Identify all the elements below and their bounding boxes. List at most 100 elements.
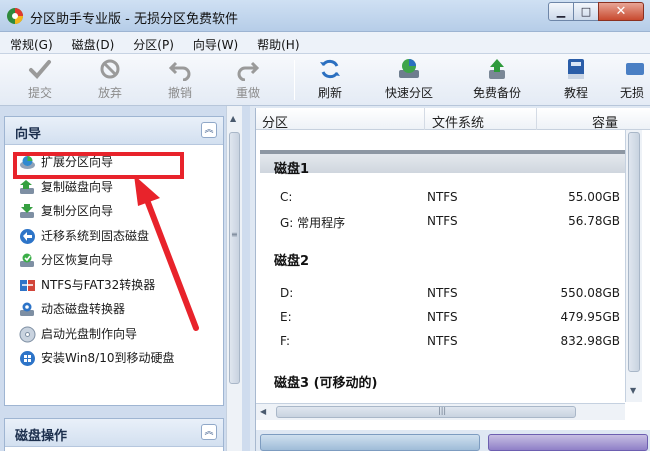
tool-icon xyxy=(626,63,644,75)
scroll-down-icon[interactable]: ▼ xyxy=(630,386,636,395)
undo-button[interactable]: 撤销 xyxy=(158,57,202,103)
partition-list-panel: 分区 文件系统 容量 磁盘1 C: NTFS 55.00GB G: 常用程序 N… xyxy=(255,108,650,451)
partition-row[interactable]: G: 常用程序 NTFS 56.78GB xyxy=(256,214,636,234)
discard-button[interactable]: 放弃 xyxy=(88,57,132,103)
quick-partition-label: 快速分区 xyxy=(384,86,433,100)
toolbar-separator xyxy=(294,60,295,100)
toolbar: 提交 放弃 撤销 重做 刷新 快速分区 免费备份 教程 无损 xyxy=(0,54,650,106)
wizard-item-migrate-os[interactable]: 迁移系统到固态磁盘 xyxy=(5,225,223,250)
menu-disk[interactable]: 磁盘(D) xyxy=(62,32,124,53)
disk-header-2[interactable]: 磁盘2 xyxy=(260,246,628,269)
menu-partition[interactable]: 分区(P) xyxy=(123,32,183,53)
disk-header-3[interactable]: 磁盘3 (可移动的) xyxy=(260,368,628,391)
disk-map-bar[interactable] xyxy=(260,434,480,451)
partition-fs: NTFS xyxy=(427,334,458,348)
partition-fs: NTFS xyxy=(427,214,458,228)
recovery-icon xyxy=(20,253,34,267)
app-logo-icon xyxy=(7,8,23,24)
partition-row[interactable]: D: NTFS 550.08GB xyxy=(256,286,636,306)
column-filesystem[interactable]: 文件系统 xyxy=(432,112,484,131)
scroll-up-icon[interactable]: ▲ xyxy=(230,114,236,123)
undo-label: 撤销 xyxy=(167,86,192,100)
quick-partition-button[interactable]: 快速分区 xyxy=(378,57,440,103)
wizard-item-partition-recovery[interactable]: 分区恢复向导 xyxy=(5,249,223,274)
maximize-button[interactable]: □ xyxy=(573,2,599,21)
wizard-item-label: 复制磁盘向导 xyxy=(41,179,114,194)
partition-row[interactable]: E: NTFS 479.95GB xyxy=(256,310,636,330)
wizard-item-label: 迁移系统到固态磁盘 xyxy=(41,228,150,243)
partition-size: 56.78GB xyxy=(568,214,620,228)
more-tools-label: 无损 xyxy=(620,86,645,100)
column-partition[interactable]: 分区 xyxy=(262,112,288,131)
free-backup-button[interactable]: 免费备份 xyxy=(468,57,526,103)
disk-operations-panel: 磁盘操作 ︽ xyxy=(4,418,224,451)
redo-button[interactable]: 重做 xyxy=(226,57,270,103)
refresh-icon xyxy=(320,59,340,79)
disk-operations-title: 磁盘操作 xyxy=(15,429,68,444)
menu-help[interactable]: 帮助(H) xyxy=(247,32,308,53)
partition-name: G: 常用程序 xyxy=(280,216,346,230)
disk-header-1[interactable]: 磁盘1 xyxy=(260,150,628,177)
discard-icon xyxy=(100,59,120,79)
wizard-item-install-win-usb[interactable]: 安装Win8/10到移动硬盘 xyxy=(5,347,223,372)
disk-operations-header[interactable]: 磁盘操作 ︽ xyxy=(5,419,223,447)
partition-size: 832.98GB xyxy=(560,334,620,348)
partition-fs: NTFS xyxy=(427,190,458,204)
wizard-item-ntfs-fat32[interactable]: NTFS与FAT32转换器 xyxy=(5,274,223,299)
scrollbar-thumb[interactable] xyxy=(276,406,576,418)
wizard-item-label: 启动光盘制作向导 xyxy=(41,326,138,341)
scrollbar-thumb[interactable] xyxy=(628,132,640,372)
scrollbar-thumb[interactable] xyxy=(229,132,240,384)
collapse-icon[interactable]: ︽ xyxy=(201,424,217,440)
partition-name: C: xyxy=(280,190,293,204)
minimize-button[interactable]: ▁ xyxy=(548,2,574,21)
wizard-panel-header[interactable]: 向导 ︽ xyxy=(5,117,223,145)
column-capacity[interactable]: 容量 xyxy=(592,112,618,131)
close-button[interactable]: ✕ xyxy=(598,2,644,21)
refresh-button[interactable]: 刷新 xyxy=(308,57,352,103)
tutorial-button[interactable]: 教程 xyxy=(556,57,596,103)
cd-icon xyxy=(19,326,36,342)
column-header: 分区 文件系统 容量 xyxy=(256,108,650,131)
wizard-item-label: NTFS与FAT32转换器 xyxy=(41,277,156,292)
wizard-item-copy-partition[interactable]: 复制分区向导 xyxy=(5,200,223,225)
backup-icon xyxy=(489,59,505,79)
partition-row[interactable]: F: NTFS 832.98GB xyxy=(256,334,636,354)
column-divider xyxy=(536,108,537,130)
wizard-item-label: 复制分区向导 xyxy=(41,204,114,218)
copy-partition-icon xyxy=(20,204,34,218)
left-scrollbar[interactable]: ▲ ≡ xyxy=(226,106,242,451)
partition-size: 55.00GB xyxy=(568,190,620,204)
scroll-left-icon[interactable]: ◀ xyxy=(260,407,266,416)
book-icon xyxy=(568,59,584,79)
collapse-icon[interactable]: ︽ xyxy=(201,122,217,138)
menu-wizard[interactable]: 向导(W) xyxy=(183,32,247,53)
wizard-item-label: 安装Win8/10到移动硬盘 xyxy=(41,351,175,365)
more-tools-button[interactable]: 无损 xyxy=(620,57,650,103)
right-scrollbar[interactable]: ▼ xyxy=(625,130,642,402)
convert-fs-icon xyxy=(20,279,35,291)
menu-general[interactable]: 常规(G) xyxy=(0,32,62,53)
wizard-item-bootable-cd[interactable]: 启动光盘制作向导 xyxy=(5,323,223,348)
menu-bar: 常规(G) 磁盘(D) 分区(P) 向导(W) 帮助(H) xyxy=(0,32,650,54)
dynamic-disk-icon xyxy=(20,302,34,316)
wizard-item-copy-disk[interactable]: 复制磁盘向导 xyxy=(5,176,223,201)
disk-map-bar[interactable] xyxy=(488,434,648,451)
window-controls: ▁ □ ✕ xyxy=(548,2,644,22)
window-title: 分区助手专业版 - 无损分区免费软件 xyxy=(30,12,238,27)
partition-row[interactable]: C: NTFS 55.00GB xyxy=(256,190,636,210)
highlight-annotation xyxy=(13,152,184,179)
submit-button[interactable]: 提交 xyxy=(18,57,62,103)
redo-icon xyxy=(237,61,260,81)
refresh-label: 刷新 xyxy=(317,86,342,100)
windows-usb-icon xyxy=(20,351,35,366)
horizontal-scrollbar[interactable]: ◀ ||| xyxy=(256,403,625,420)
grip-icon: ||| xyxy=(438,406,447,415)
partition-name: D: xyxy=(280,286,294,300)
checkmark-icon xyxy=(29,60,51,79)
wizard-item-dynamic-disk[interactable]: 动态磁盘转换器 xyxy=(5,298,223,323)
wizard-item-label: 分区恢复向导 xyxy=(41,253,114,267)
discard-label: 放弃 xyxy=(97,86,122,100)
tutorial-label: 教程 xyxy=(563,86,588,100)
title-bar: 分区助手专业版 - 无损分区免费软件 ▁ □ ✕ xyxy=(0,0,650,32)
